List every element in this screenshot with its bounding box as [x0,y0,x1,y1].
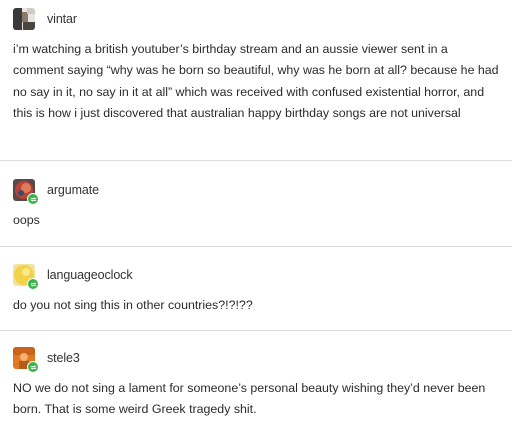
post-languageoclock: languageoclock do you not sing this in o… [0,246,512,330]
post-header: languageoclock [13,264,133,290]
username[interactable]: stele3 [47,351,80,365]
post-text: i’m watching a british youtuber’s birthd… [13,42,499,121]
post-text: NO we do not sing a lament for someone’s… [13,381,486,417]
red-abstract-avatar[interactable] [13,179,39,205]
username[interactable]: argumate [47,183,99,197]
post-vintar: vintar i’m watching a british youtuber’s… [0,0,512,160]
reblog-icon [27,193,39,205]
username[interactable]: languageoclock [47,268,133,282]
post-header: stele3 [13,347,80,373]
reblog-icon [27,361,39,373]
post-stele3: stele3 NO we do not sing a lament for so… [0,330,512,434]
post-text: oops [13,213,40,227]
username[interactable]: vintar [47,12,77,26]
post-header: argumate [13,179,99,205]
face-photo-avatar[interactable] [13,8,35,30]
reblog-thread: vintar i’m watching a british youtuber’s… [0,0,512,434]
yellow-circle-avatar[interactable] [13,264,39,290]
post-argumate: argumate oops [0,160,512,246]
post-header: vintar [13,8,77,30]
post-text: do you not sing this in other countries?… [13,298,253,312]
reblog-icon [27,278,39,290]
orange-figure-avatar[interactable] [13,347,39,373]
